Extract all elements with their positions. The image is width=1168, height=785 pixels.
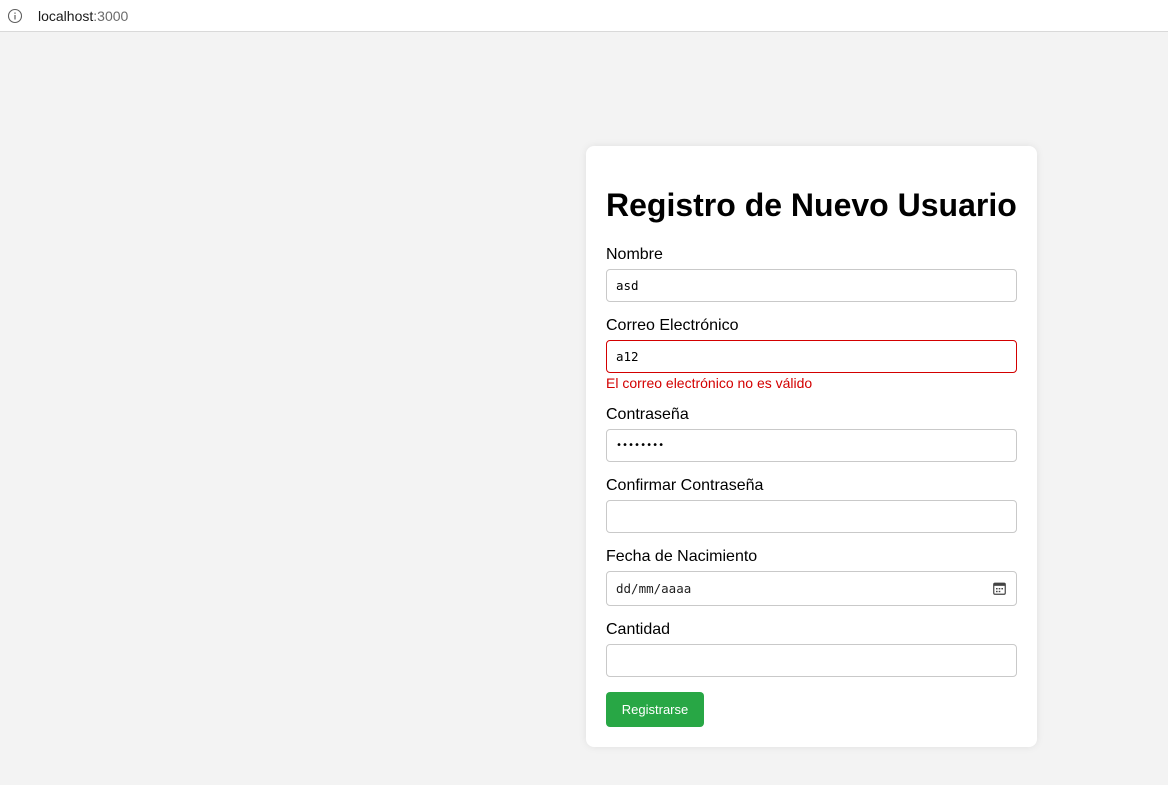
email-label: Correo Electrónico xyxy=(606,317,739,334)
password-label: Contraseña xyxy=(606,406,689,423)
calendar-icon[interactable] xyxy=(993,582,1006,595)
quantity-label: Cantidad xyxy=(606,621,671,638)
quantity-input[interactable] xyxy=(606,644,1017,677)
address-bar[interactable]: localhost:3000 xyxy=(0,0,1168,32)
url-text[interactable]: localhost:3000 xyxy=(38,8,128,24)
name-input[interactable]: asd xyxy=(606,269,1017,302)
url-host: localhost xyxy=(38,8,94,24)
registration-card: Registro de Nuevo Usuario Nombre asd Cor… xyxy=(586,146,1037,747)
page-title: Registro de Nuevo Usuario xyxy=(606,187,1017,223)
birthdate-input[interactable]: dd/mm/aaaa xyxy=(606,571,1017,606)
birthdate-placeholder: dd/mm/aaaa xyxy=(616,581,692,596)
info-icon[interactable] xyxy=(7,8,23,24)
confirm-password-input[interactable] xyxy=(606,500,1017,533)
email-error-message: El correo electrónico no es válido xyxy=(606,375,813,391)
email-input[interactable]: a12 xyxy=(606,340,1017,373)
name-input-value: asd xyxy=(616,278,639,293)
name-label: Nombre xyxy=(606,246,663,263)
confirm-password-label: Confirmar Contraseña xyxy=(606,477,764,494)
password-input-value: •••••••• xyxy=(616,440,665,451)
email-input-value: a12 xyxy=(616,349,639,364)
url-port: :3000 xyxy=(93,8,129,24)
password-input[interactable]: •••••••• xyxy=(606,429,1017,462)
register-button[interactable]: Registrarse xyxy=(606,692,704,727)
birthdate-label: Fecha de Nacimiento xyxy=(606,548,758,565)
